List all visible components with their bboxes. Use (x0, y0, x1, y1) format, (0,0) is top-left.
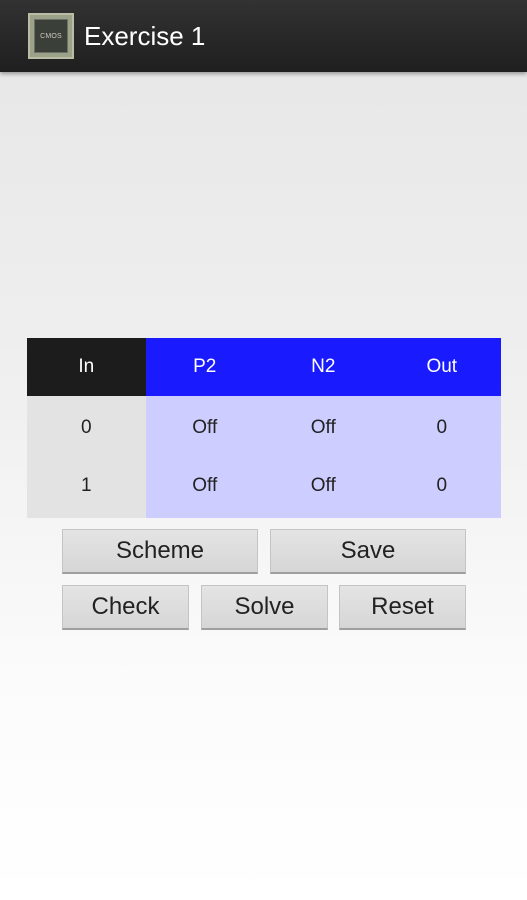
cmos-chip-icon[interactable]: CMOS (28, 13, 74, 59)
transistor-state-cell-n2[interactable]: Off (264, 460, 383, 518)
solve-button[interactable]: Solve (201, 585, 328, 630)
transistor-state-cell-p2[interactable]: Off (145, 460, 264, 518)
check-button[interactable]: Check (62, 585, 189, 630)
input-cell: 0 (27, 396, 146, 460)
output-cell[interactable]: 0 (382, 396, 501, 460)
app-icon-label: CMOS (34, 19, 68, 53)
transistor-state-cell-p2[interactable]: Off (145, 396, 264, 460)
table-header-row: In P2 N2 Out (27, 338, 501, 396)
action-bar: CMOS Exercise 1 (0, 0, 527, 72)
scheme-button[interactable]: Scheme (62, 529, 258, 574)
column-header-in: In (27, 338, 146, 396)
page-title: Exercise 1 (84, 21, 206, 51)
column-header-out: Out (382, 338, 501, 396)
table-row: 0 Off Off 0 (27, 396, 501, 460)
save-button[interactable]: Save (270, 529, 466, 574)
output-cell[interactable]: 0 (382, 460, 501, 518)
column-header-p2: P2 (145, 338, 264, 396)
input-cell: 1 (27, 460, 146, 518)
transistor-state-cell-n2[interactable]: Off (264, 396, 383, 460)
truth-table: In P2 N2 Out 0 Off Off 0 1 Off Off 0 (27, 338, 501, 518)
reset-button[interactable]: Reset (339, 585, 466, 630)
column-header-n2: N2 (264, 338, 383, 396)
table-row: 1 Off Off 0 (27, 460, 501, 518)
